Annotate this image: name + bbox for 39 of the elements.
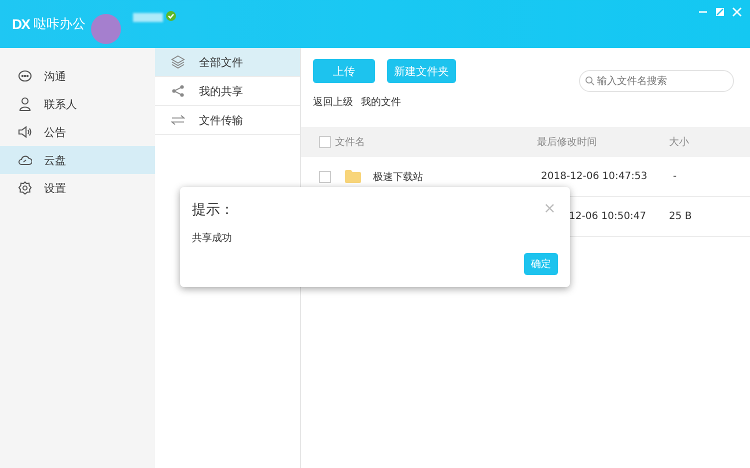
nav-item[interactable]: 云盘 xyxy=(0,146,155,174)
speaker-icon xyxy=(18,125,32,139)
gear-icon xyxy=(18,181,32,195)
column-header: 最后修改时间 xyxy=(537,136,598,149)
row-checkbox[interactable] xyxy=(319,170,331,182)
search-icon xyxy=(585,76,595,86)
share-icon xyxy=(171,84,185,98)
select-all-checkbox[interactable] xyxy=(319,136,331,148)
app-logo: DX xyxy=(12,16,30,32)
file-name[interactable]: 极速下载站 xyxy=(373,170,423,184)
dialog-message: 共享成功 xyxy=(192,232,233,245)
folder-icon xyxy=(345,170,361,183)
chat-bubble-icon xyxy=(18,69,32,83)
layers-icon xyxy=(171,55,185,69)
nav-item[interactable]: 设置 xyxy=(0,174,155,202)
sidebar-item[interactable]: 文件传输 xyxy=(155,106,300,135)
dialog-title: 提示： xyxy=(192,201,234,219)
column-header: 文件名 xyxy=(335,136,365,149)
modified-time: 12-06 10:50:47 xyxy=(568,211,648,222)
transfer-icon xyxy=(171,113,185,127)
nav-item[interactable]: 公告 xyxy=(0,118,155,146)
breadcrumb-link[interactable]: 返回上级 xyxy=(313,95,353,119)
column-header: 大小 xyxy=(669,136,690,149)
breadcrumb-link[interactable]: 我的文件 xyxy=(361,95,401,119)
nav-item[interactable]: 联系人 xyxy=(0,90,155,118)
cloud-icon xyxy=(18,153,32,167)
person-icon xyxy=(18,97,32,111)
app-name: 哒咔办公 xyxy=(33,16,86,33)
close-icon[interactable] xyxy=(732,7,742,17)
avatar[interactable] xyxy=(91,14,122,44)
nav-item[interactable]: 沟通 xyxy=(0,62,155,90)
search-field[interactable]: 输入文件名搜索 xyxy=(579,70,734,92)
file-size: - xyxy=(673,171,678,182)
blurred-username xyxy=(133,12,164,22)
modified-time: 2018-12-06 10:47:53 xyxy=(540,171,648,182)
sidebar-item[interactable]: 全部文件 xyxy=(155,48,300,77)
sidebar-item[interactable]: 我的共享 xyxy=(155,77,300,106)
file-size: 25 B xyxy=(669,211,693,222)
restore-icon[interactable] xyxy=(715,7,725,17)
